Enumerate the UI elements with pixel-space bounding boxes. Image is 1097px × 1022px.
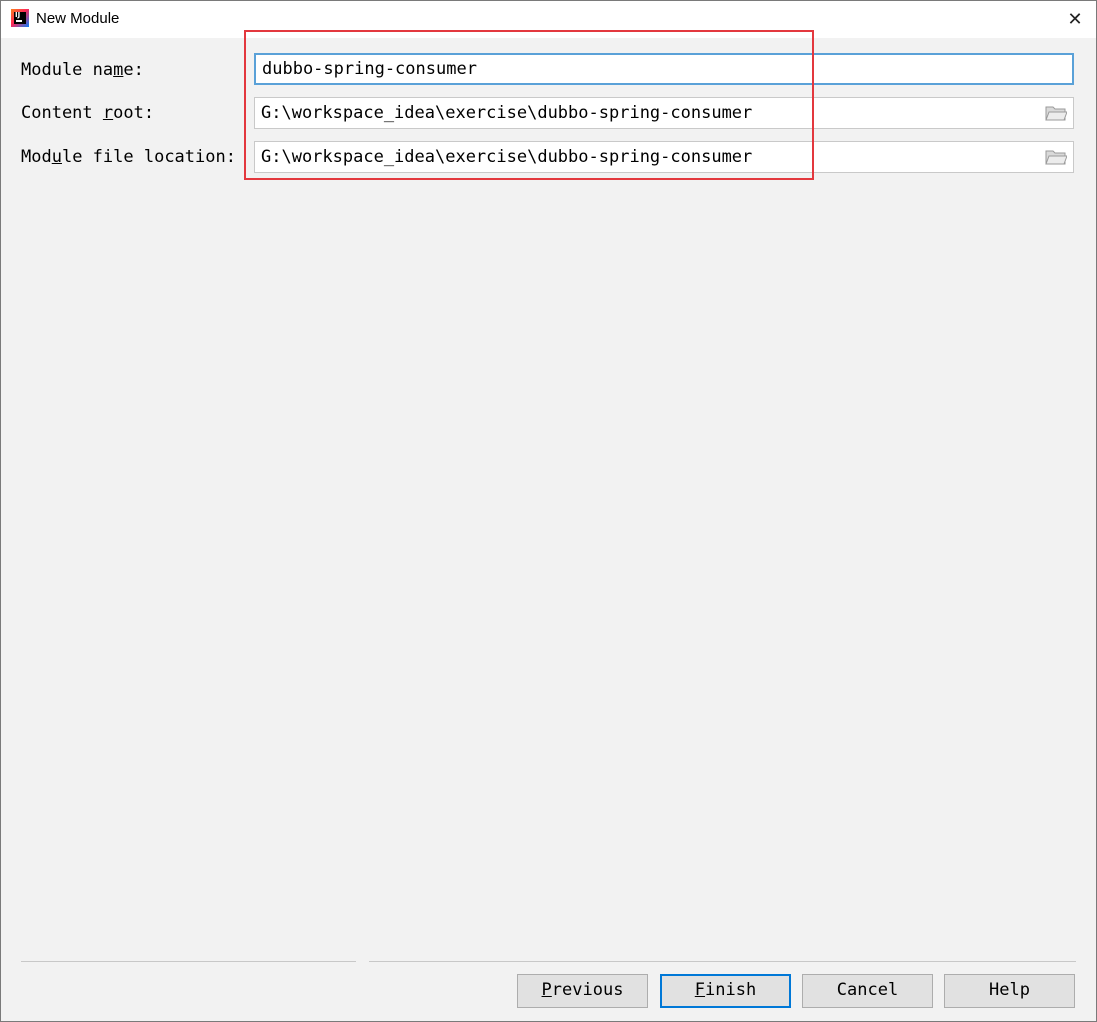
folder-icon[interactable] <box>1045 105 1067 121</box>
cancel-button[interactable]: Cancel <box>802 974 933 1008</box>
window-title: New Module <box>36 10 120 27</box>
intellij-app-icon: IJ <box>11 9 29 27</box>
close-icon[interactable]: ✕ <box>1062 7 1088 33</box>
help-button[interactable]: Help <box>944 974 1075 1008</box>
previous-button[interactable]: Previous <box>517 974 648 1008</box>
module-name-input[interactable] <box>262 55 1022 83</box>
folder-icon[interactable] <box>1045 149 1067 165</box>
module-name-label: Module name: <box>21 60 144 80</box>
finish-button[interactable]: Finish <box>660 974 791 1008</box>
content-root-input[interactable] <box>261 98 1021 128</box>
module-file-location-input[interactable] <box>261 142 1021 172</box>
title-bar: IJ New Module ✕ <box>1 1 1096 38</box>
content-root-label: Content root: <box>21 103 155 123</box>
content-root-field[interactable] <box>254 97 1074 129</box>
separator-left <box>21 961 356 962</box>
module-file-location-label: Module file location: <box>21 147 236 167</box>
new-module-dialog: IJ New Module ✕ Module name: Content roo… <box>0 0 1097 1022</box>
module-name-field[interactable] <box>254 53 1074 85</box>
module-file-location-field[interactable] <box>254 141 1074 173</box>
separator-right <box>369 961 1076 962</box>
